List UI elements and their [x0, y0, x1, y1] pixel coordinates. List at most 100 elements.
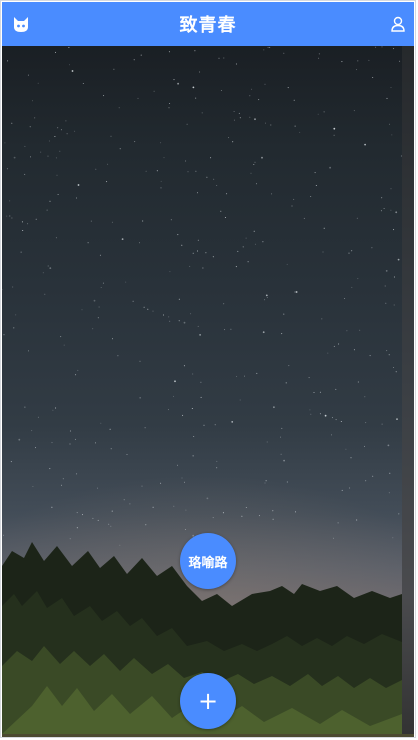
star: [32, 486, 34, 487]
star: [6, 215, 8, 217]
star: [346, 330, 348, 332]
star: [385, 270, 388, 272]
star: [265, 294, 268, 297]
scrollbar[interactable]: [402, 46, 414, 734]
star: [160, 482, 162, 484]
star: [76, 512, 78, 514]
star: [345, 448, 347, 450]
star: [145, 170, 147, 172]
star: [133, 59, 135, 61]
star: [163, 157, 165, 159]
cat-logo-icon[interactable]: [11, 14, 31, 34]
star: [333, 127, 336, 130]
star: [399, 60, 401, 62]
star: [202, 267, 204, 269]
star: [386, 97, 388, 99]
star: [212, 517, 214, 519]
star: [119, 148, 121, 150]
star: [57, 127, 59, 129]
star: [174, 380, 176, 383]
star: [245, 237, 247, 239]
star: [82, 83, 84, 84]
star: [107, 163, 109, 165]
location-label: 珞喻路: [188, 555, 228, 571]
star: [173, 505, 175, 507]
star: [92, 328, 94, 330]
star: [31, 430, 33, 432]
star: [15, 314, 17, 316]
star: [11, 217, 13, 219]
star: [390, 209, 392, 211]
star: [199, 334, 202, 336]
user-icon[interactable]: [390, 16, 406, 32]
star: [286, 481, 288, 483]
star: [52, 409, 54, 411]
star: [393, 48, 395, 50]
star: [258, 99, 260, 101]
background-image: [2, 46, 402, 734]
star: [244, 375, 245, 377]
star: [145, 524, 147, 526]
star: [48, 140, 50, 142]
star: [98, 306, 100, 308]
star: [178, 298, 180, 300]
star: [51, 506, 53, 508]
star: [395, 211, 398, 214]
star: [2, 289, 3, 291]
location-button[interactable]: 珞喻路: [180, 533, 236, 589]
star: [200, 381, 202, 383]
star: [357, 278, 359, 280]
star: [117, 355, 119, 357]
star: [87, 242, 89, 244]
star: [76, 527, 78, 529]
star: [344, 298, 346, 299]
star: [47, 265, 49, 267]
star: [319, 413, 321, 415]
star: [357, 60, 359, 62]
star: [37, 82, 39, 84]
add-button[interactable]: +: [180, 673, 236, 729]
star: [199, 71, 201, 73]
star: [97, 487, 98, 489]
star: [285, 382, 287, 384]
star: [10, 461, 12, 463]
star: [9, 215, 11, 217]
star: [231, 421, 234, 423]
star: [335, 419, 337, 421]
star: [288, 365, 290, 367]
star: [66, 133, 68, 135]
star: [222, 512, 224, 514]
star: [295, 291, 298, 293]
star: [220, 90, 222, 91]
star: [195, 97, 197, 99]
star: [280, 453, 282, 455]
star: [220, 210, 222, 212]
star: [258, 515, 260, 517]
star: [333, 537, 334, 539]
star: [397, 258, 400, 261]
star: [71, 70, 74, 72]
star: [132, 300, 134, 302]
star: [42, 272, 44, 274]
star: [13, 156, 16, 159]
star: [270, 124, 272, 126]
star: [228, 137, 230, 139]
star: [69, 443, 71, 445]
star: [356, 217, 358, 219]
star: [224, 329, 226, 331]
star: [37, 416, 39, 418]
star: [34, 117, 36, 119]
star: [129, 503, 131, 505]
star: [230, 328, 232, 330]
star: [387, 444, 390, 447]
star: [238, 112, 240, 114]
star: [197, 250, 198, 252]
star: [310, 413, 312, 415]
star: [75, 374, 77, 376]
star: [380, 210, 382, 212]
star: [283, 52, 285, 54]
star: [189, 265, 191, 267]
star: [113, 68, 115, 70]
star: [272, 510, 274, 512]
star: [169, 320, 171, 322]
